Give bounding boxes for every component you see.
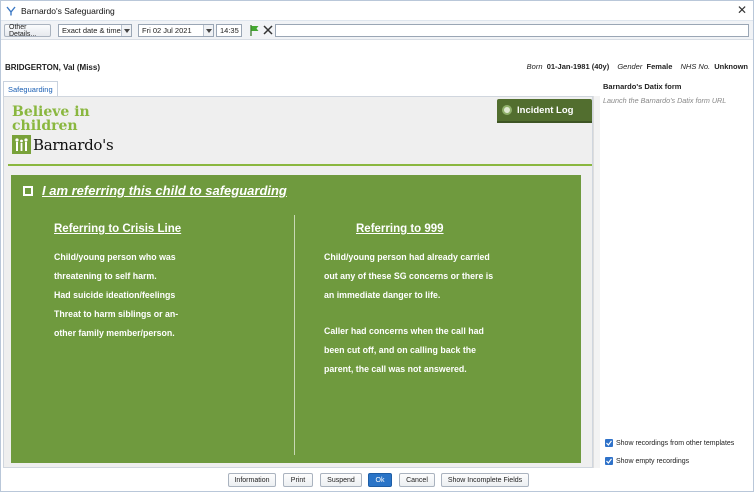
referral-panel: I am referring this child to safeguardin…	[11, 175, 581, 463]
date-mode-select[interactable]: Exact date & time	[58, 24, 132, 37]
show-empty-recordings-checkbox[interactable]: Show empty recordings	[605, 457, 689, 465]
logo-line-2: children	[12, 118, 78, 134]
app-icon	[6, 6, 16, 16]
template-content: Believe in children Barnardo's Incident …	[3, 96, 593, 468]
referral-checkbox-label: I am referring this child to safeguardin…	[42, 183, 287, 198]
clear-icon[interactable]	[263, 25, 273, 37]
logo-line-1: Believe in	[12, 104, 90, 120]
crisis-line-text: threatening to self harm.	[54, 271, 157, 281]
information-button[interactable]: Information	[228, 473, 276, 487]
chevron-down-icon[interactable]	[203, 25, 213, 36]
gender-value: Female	[646, 62, 673, 71]
patient-banner: BRIDGERTON, Val (Miss) Born 01-Jan-1981 …	[1, 59, 753, 75]
logo-brand: Barnardo's	[33, 135, 114, 154]
time-input[interactable]: 14:35	[216, 24, 242, 37]
incident-log-label: Incident Log	[517, 104, 574, 116]
patient-name: BRIDGERTON, Val (Miss)	[5, 62, 100, 72]
emergency-text: been cut off, and on calling back the	[324, 345, 477, 355]
footer-buttons: Information Print Suspend Ok Cancel Show…	[1, 469, 753, 491]
divider	[8, 164, 592, 166]
tab-safeguarding[interactable]: Safeguarding	[3, 81, 58, 96]
crisis-line-text: Child/young person who was	[54, 252, 176, 262]
side-panel: Barnardo's Datix form Launch the Barnard…	[601, 79, 751, 469]
incident-log-button[interactable]: Incident Log	[497, 99, 592, 121]
referral-checkbox-row[interactable]: I am referring this child to safeguardin…	[23, 183, 287, 198]
other-details-button[interactable]: Other Details...	[4, 24, 51, 38]
show-empty-recordings-label: Show empty recordings	[616, 457, 690, 465]
dialog-window: Barnardo's Safeguarding ✕ Other Details.…	[0, 0, 754, 492]
crisis-line-heading: Referring to Crisis Line	[54, 223, 182, 235]
emergency-text: Child/young person had already carried	[324, 252, 490, 262]
patient-details: Born 01-Jan-1981 (40y) Gender Female NHS…	[527, 62, 748, 71]
family-icon	[12, 135, 31, 154]
show-other-templates-label: Show recordings from other templates	[616, 439, 735, 447]
emergency-text: parent, the call was not answered.	[324, 364, 467, 374]
crisis-line-text: other family member/person.	[54, 328, 175, 338]
date-mode-value: Exact date & time	[62, 26, 121, 35]
column-divider	[294, 215, 295, 455]
nhs-label: NHS No.	[680, 62, 711, 71]
emergency-text: an immediate danger to life.	[324, 290, 441, 300]
cancel-button[interactable]: Cancel	[399, 473, 435, 487]
datix-form-title: Barnardo's Datix form	[603, 82, 682, 91]
gender-label: Gender	[617, 62, 643, 71]
nhs-value: Unknown	[714, 62, 748, 71]
toolbar: Other Details... Exact date & time Fri 0…	[1, 21, 753, 40]
show-incomplete-fields-button[interactable]: Show Incomplete Fields	[441, 473, 529, 487]
crisis-line-text: Threat to harm siblings or an-	[54, 309, 179, 319]
globe-icon	[502, 105, 512, 115]
date-picker[interactable]: Fri 02 Jul 2021	[138, 24, 214, 37]
show-other-templates-checkbox[interactable]: Show recordings from other templates	[605, 439, 734, 447]
suspend-button[interactable]: Suspend	[320, 473, 362, 487]
crisis-line-text: Had suicide ideation/feelings	[54, 290, 176, 300]
checkbox-checked-icon[interactable]	[605, 457, 613, 465]
checkbox-checked-icon[interactable]	[605, 439, 613, 447]
born-label: Born	[526, 62, 543, 71]
print-button[interactable]: Print	[283, 473, 313, 487]
born-value: 01-Jan-1981 (40y)	[546, 62, 610, 71]
vertical-scrollbar[interactable]	[593, 96, 600, 468]
close-icon[interactable]: ✕	[737, 4, 747, 16]
title-bar: Barnardo's Safeguarding ✕	[1, 1, 753, 21]
emergency-column: Referring to 999 Child/young person had …	[324, 223, 493, 379]
flag-icon[interactable]	[250, 25, 259, 38]
barnardos-logo: Believe in children Barnardo's	[12, 104, 114, 154]
emergency-text: out any of these SG concerns or there is	[324, 271, 494, 281]
ok-button[interactable]: Ok	[368, 473, 392, 487]
emergency-text: Caller had concerns when the call had	[324, 326, 484, 336]
window-title: Barnardo's Safeguarding	[21, 5, 115, 16]
emergency-heading: Referring to 999	[356, 223, 444, 235]
crisis-line-column: Referring to Crisis Line Child/young per…	[54, 223, 181, 343]
referral-checkbox[interactable]	[23, 185, 33, 196]
chevron-down-icon[interactable]	[121, 25, 131, 36]
date-value: Fri 02 Jul 2021	[142, 26, 192, 35]
free-text-input[interactable]	[275, 24, 749, 37]
datix-form-link[interactable]: Launch the Barnardo's Datix form URL	[603, 96, 751, 105]
